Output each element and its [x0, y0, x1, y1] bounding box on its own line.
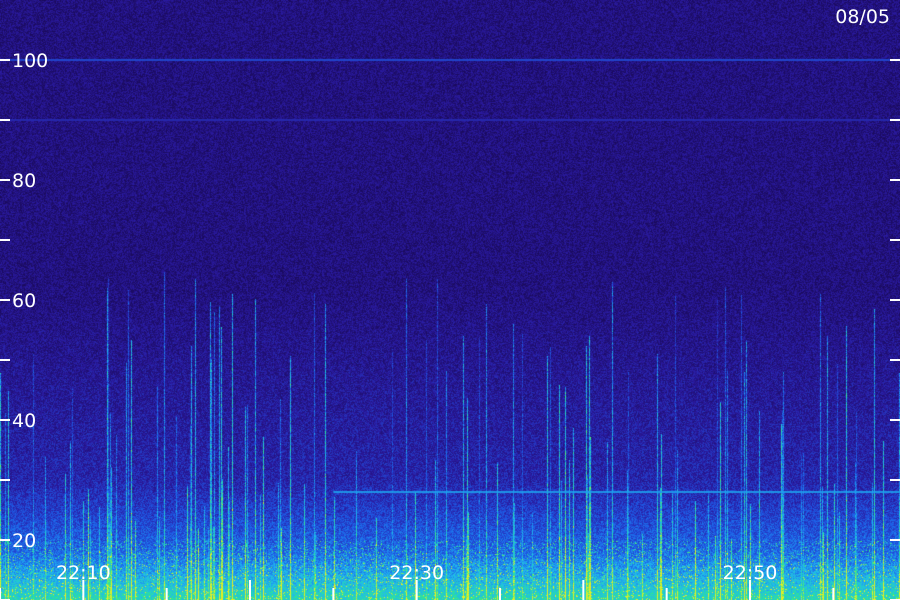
y-tick-label: 60	[12, 290, 36, 312]
y-tick-label: 100	[12, 50, 48, 72]
y-tick-label: 80	[12, 170, 36, 192]
y-tick-label: 20	[12, 530, 36, 552]
x-tick-label: 22:50	[723, 562, 778, 584]
x-axis-tick-labels: 22:10 22:30 22:50	[56, 562, 777, 584]
x-tick-label: 22:30	[389, 562, 444, 584]
x-tick-label: 22:10	[56, 562, 111, 584]
y-tick-label: 40	[12, 410, 36, 432]
axes-overlay: 100 80 60 40 20 22:10 22:30 22:50 08/05	[0, 6, 900, 600]
date-label: 08/05	[835, 6, 890, 28]
y-axis-ticks: 100 80 60 40 20	[0, 50, 900, 600]
